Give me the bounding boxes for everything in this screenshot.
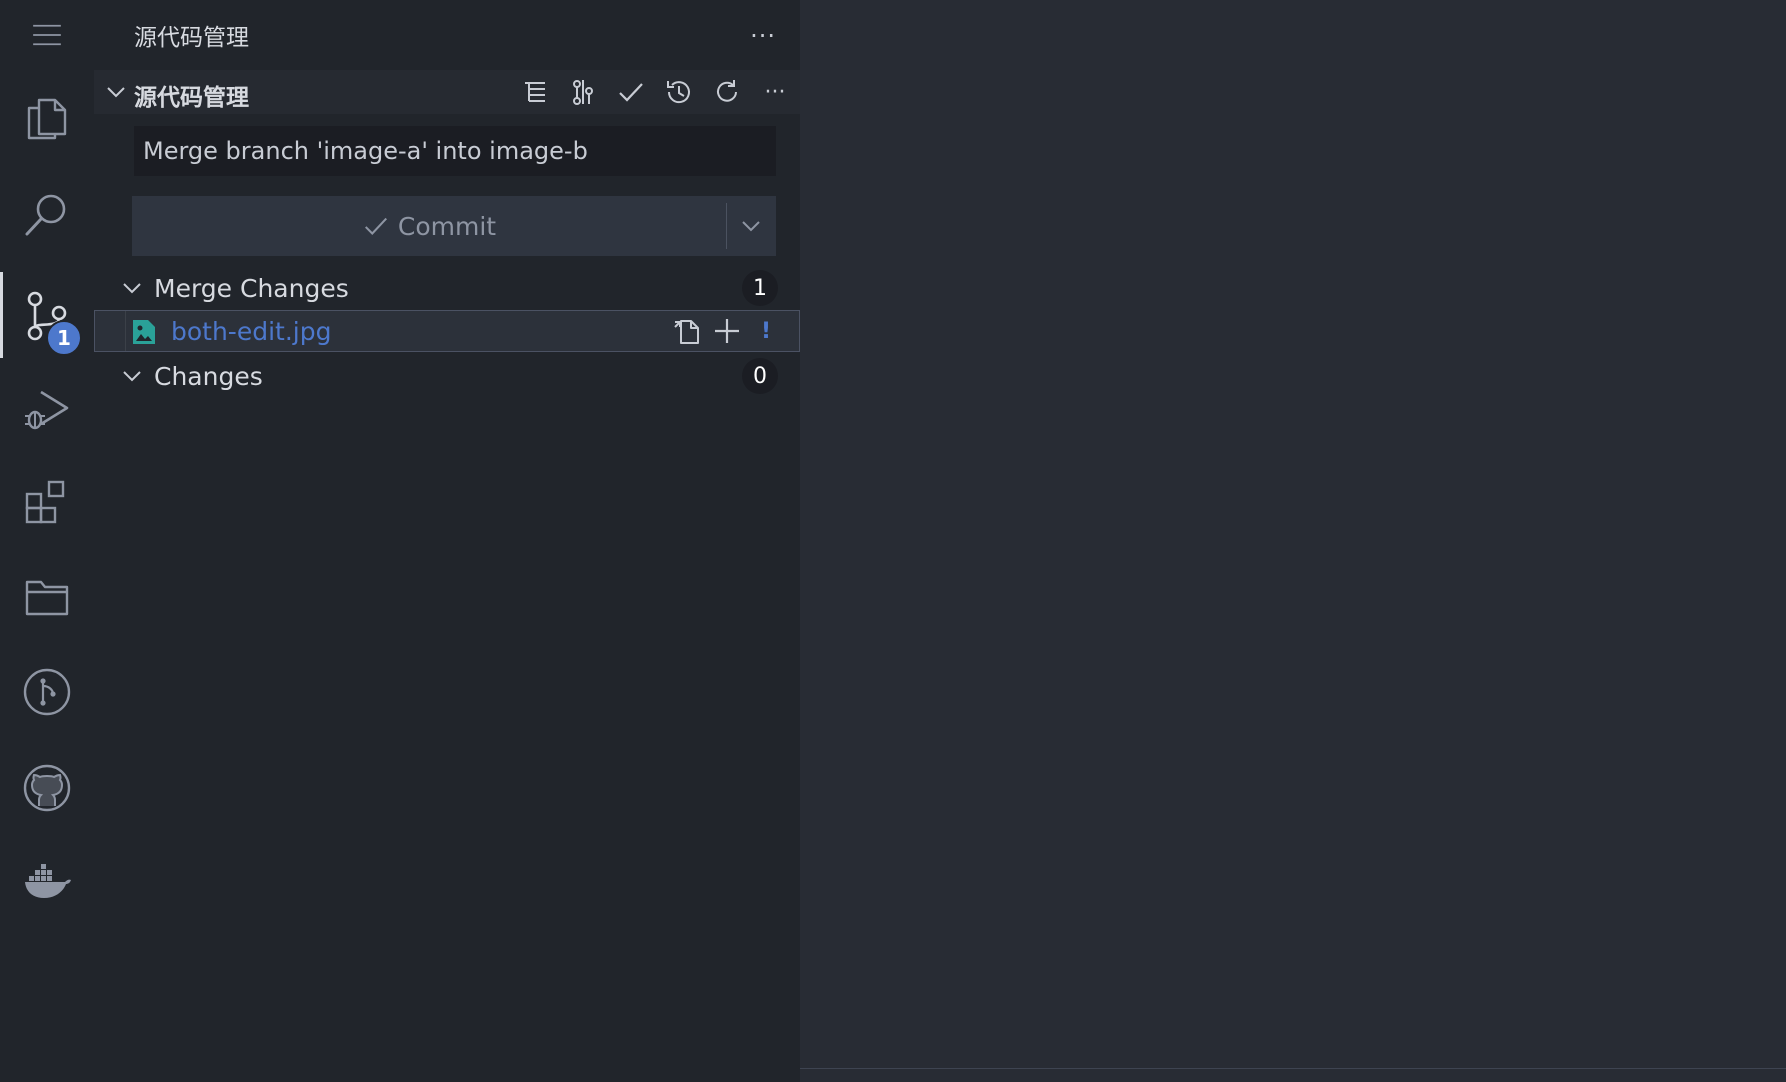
- open-file-icon[interactable]: [671, 315, 703, 347]
- activity-bar: 1: [0, 0, 94, 1082]
- sidebar-header: 源代码管理 ···: [94, 0, 800, 70]
- activity-docker[interactable]: [0, 846, 94, 918]
- run-debug-icon: [25, 390, 69, 430]
- activity-git-graph[interactable]: [0, 656, 94, 728]
- editor-area: [800, 0, 1786, 1082]
- activity-source-control[interactable]: 1: [0, 272, 94, 358]
- menu-button[interactable]: [0, 0, 94, 70]
- sidebar-title: 源代码管理: [134, 25, 249, 51]
- check-icon: [619, 83, 643, 102]
- count-badge: 1: [742, 270, 778, 306]
- explorer-icon: [27, 98, 67, 140]
- activity-run-debug[interactable]: [0, 372, 94, 444]
- search-icon: [25, 194, 66, 236]
- group-merge-changes[interactable]: Merge Changes 1: [94, 268, 800, 308]
- extensions-icon: [25, 480, 65, 524]
- panel-divider: [800, 1068, 1786, 1069]
- commit-dropdown-button[interactable]: [727, 214, 775, 238]
- chevron-down-icon: [742, 221, 760, 232]
- file-name: both-edit.jpg: [171, 317, 332, 346]
- commit-button[interactable]: Commit: [132, 212, 726, 241]
- history-icon: [667, 81, 690, 104]
- docker-icon: [25, 864, 71, 898]
- group-label: Merge Changes: [154, 274, 349, 303]
- section-actions: ···: [518, 74, 792, 110]
- more-actions-button[interactable]: ···: [758, 74, 792, 110]
- count-badge: 0: [742, 358, 778, 394]
- activity-folders[interactable]: [0, 560, 94, 632]
- chevron-down-icon: [107, 87, 125, 98]
- activity-search[interactable]: [0, 178, 94, 250]
- commit-check-button[interactable]: [614, 74, 648, 110]
- file-actions: !: [671, 315, 771, 347]
- view-as-tree-button[interactable]: [518, 74, 552, 110]
- indent-guide: [125, 311, 126, 351]
- sidebar-more-icon[interactable]: ···: [750, 22, 776, 50]
- history-button[interactable]: [662, 74, 696, 110]
- image-file-icon: [133, 320, 155, 344]
- conflict-status: !: [760, 318, 771, 344]
- git-compare-icon: [573, 80, 593, 105]
- folder-icon: [25, 580, 69, 616]
- group-label: Changes: [154, 362, 263, 391]
- stage-change-plus-icon[interactable]: [711, 315, 743, 347]
- github-icon: [23, 764, 71, 812]
- chevron-down-icon: [123, 283, 141, 294]
- section-header[interactable]: 源代码管理 ···: [94, 70, 800, 114]
- source-control-sidebar: 源代码管理 ··· 源代码管理 ··· Merge branch 'image-…: [94, 0, 800, 1082]
- branch-compare-button[interactable]: [566, 74, 600, 110]
- check-icon: [364, 217, 387, 235]
- commit-button-group: Commit: [132, 196, 776, 256]
- commit-message-input[interactable]: [134, 126, 776, 176]
- activity-explorer[interactable]: [0, 82, 94, 154]
- list-tree-icon: [525, 82, 545, 102]
- refresh-icon: [717, 80, 737, 102]
- group-changes[interactable]: Changes 0: [94, 356, 800, 396]
- git-graph-icon: [23, 668, 71, 716]
- refresh-button[interactable]: [710, 74, 744, 110]
- source-control-badge: 1: [46, 320, 82, 356]
- hamburger-menu-icon: [33, 24, 61, 46]
- chevron-down-icon: [123, 371, 141, 382]
- file-row[interactable]: both-edit.jpg !: [94, 310, 800, 352]
- section-title: 源代码管理: [134, 85, 249, 111]
- activity-github[interactable]: [0, 752, 94, 824]
- commit-label: Commit: [397, 211, 497, 241]
- activity-extensions[interactable]: [0, 466, 94, 538]
